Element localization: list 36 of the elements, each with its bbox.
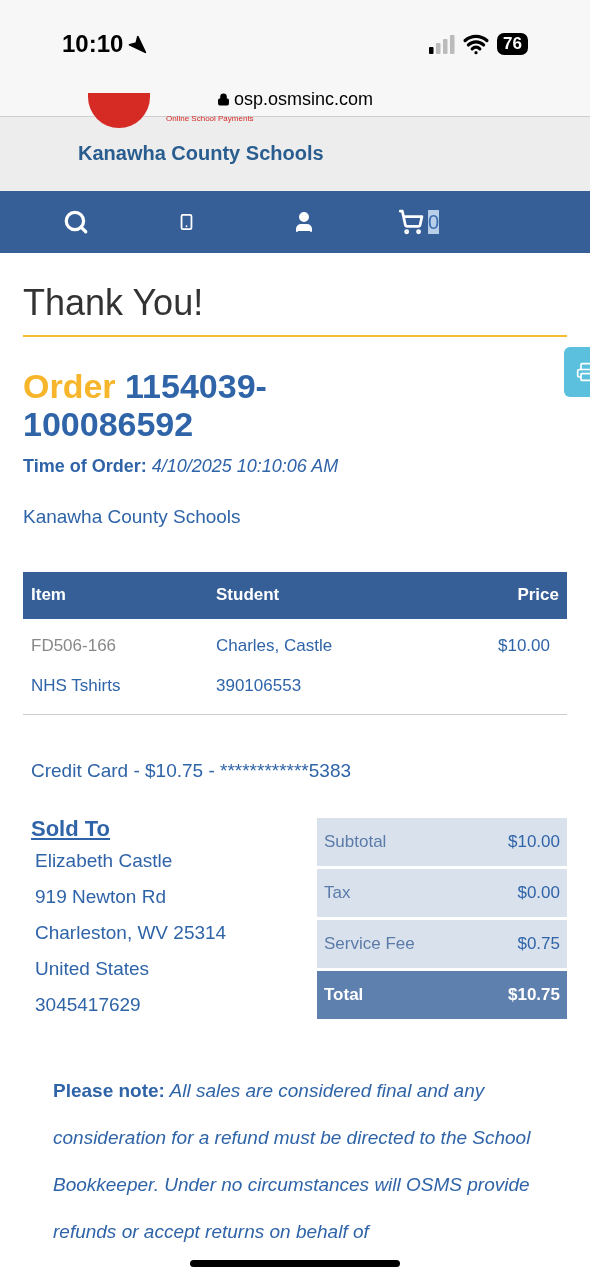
lock-icon — [216, 92, 230, 106]
order-time: Time of Order: 4/10/2025 10:10:06 AM — [23, 455, 340, 478]
page-title: Thank You! — [23, 281, 205, 325]
totals-row: Subtotal $10.00 — [317, 817, 567, 866]
address-line: 919 Newton Rd — [35, 884, 167, 909]
column-header: Item — [23, 571, 208, 619]
district-name[interactable]: Kanawha County Schools — [78, 142, 324, 164]
order-heading: Order 1154039-100086592 — [23, 367, 268, 443]
column-header: Student — [208, 571, 439, 619]
school-name: Kanawha County Schools — [23, 505, 242, 529]
address-line: 3045417629 — [35, 992, 142, 1017]
address-line: United States — [35, 956, 151, 981]
clock: 10:10 — [62, 28, 124, 59]
phone-button[interactable] — [178, 211, 195, 233]
refund-note: Please note: All sales are considered final and any consideration for a refund must be directed to the School Bookkeeper. Under no circumstances will OSMS provide refunds or accept returns on behalf of — [53, 1078, 532, 1244]
totals-row: Tax $0.00 — [317, 868, 567, 917]
battery-indicator: 76 — [497, 32, 528, 55]
table-cell: NHS Tshirts — [23, 672, 208, 715]
address-line: Elizabeth Castle — [35, 848, 174, 873]
table-cell: 390106553 — [208, 672, 439, 715]
column-header: Price — [438, 571, 567, 619]
sold-to-link[interactable]: Sold To — [31, 815, 111, 841]
table-cell: FD506-166 — [23, 618, 208, 673]
signal-icon — [429, 33, 456, 54]
location-arrow-icon — [127, 33, 148, 54]
url-text[interactable]: osp.osmsinc.com — [233, 85, 373, 113]
table-cell: $10.00 — [438, 618, 567, 673]
totals-row: Service Fee $0.75 — [317, 919, 567, 968]
table-cell: Charles, Castle — [208, 618, 439, 673]
address-line: Charleston, WV 25314 — [35, 920, 227, 945]
payment-summary: Credit Card - $10.75 - ************5383 — [30, 759, 353, 783]
printer-icon — [576, 362, 590, 382]
cart-button[interactable]: 0 — [398, 209, 440, 235]
logo-tagline: Online School Payments — [166, 114, 254, 124]
total-row: Total $10.75 — [317, 970, 567, 1019]
search-button[interactable] — [63, 209, 89, 235]
